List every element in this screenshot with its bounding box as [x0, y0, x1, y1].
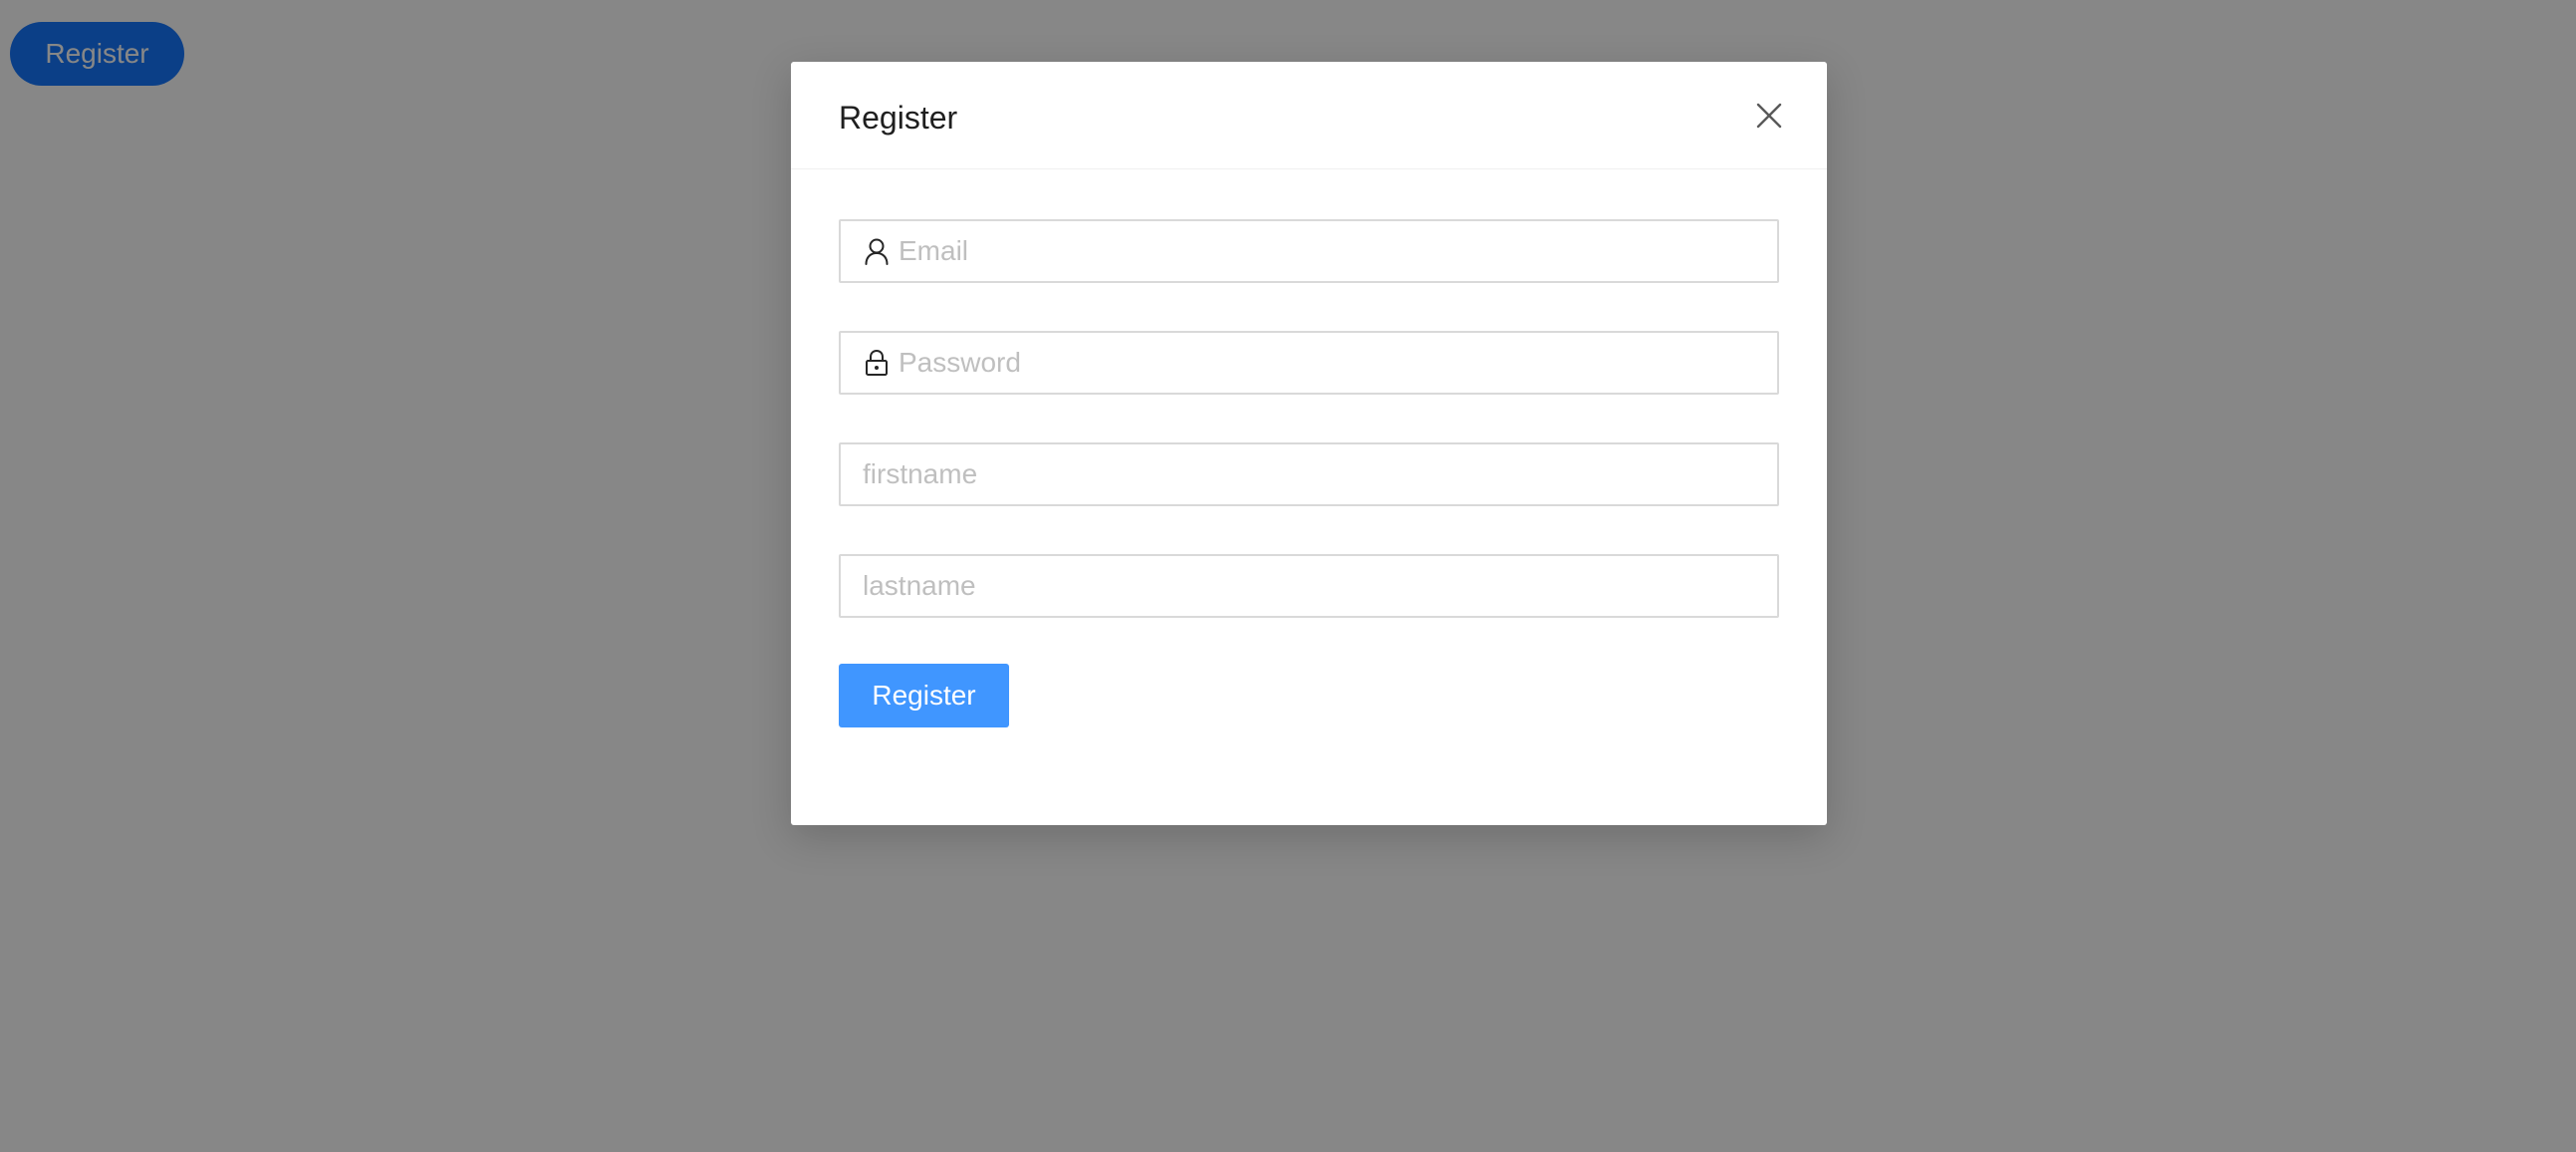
register-modal: Register Email firstname lastname Regist…	[791, 62, 1827, 825]
firstname-field[interactable]	[839, 442, 1779, 506]
close-button[interactable]	[1747, 94, 1791, 138]
password-input[interactable]	[899, 333, 1755, 393]
lastname-field[interactable]	[839, 554, 1779, 618]
password-field[interactable]	[839, 331, 1779, 395]
user-icon	[863, 237, 891, 265]
firstname-input[interactable]	[863, 444, 1755, 504]
email-input[interactable]	[899, 221, 1755, 281]
lock-icon	[863, 349, 891, 377]
page: Register Register Email firstname lastna…	[0, 0, 2576, 1152]
lastname-input[interactable]	[863, 556, 1755, 616]
register-submit-button[interactable]: Register	[839, 664, 1009, 727]
close-icon	[1756, 103, 1782, 129]
email-field[interactable]	[839, 219, 1779, 283]
modal-title: Register	[839, 100, 958, 136]
register-form: Register	[839, 219, 1779, 727]
modal-header: Register	[791, 62, 1827, 169]
